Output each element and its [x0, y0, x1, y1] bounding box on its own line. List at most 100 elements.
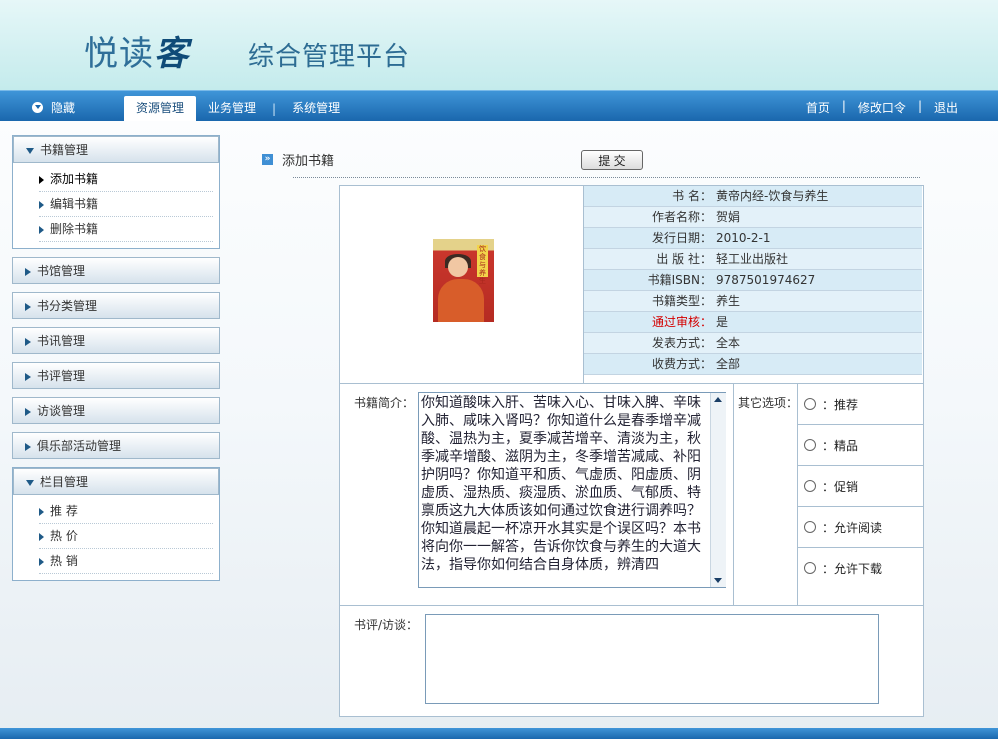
field-value: 是 [716, 315, 729, 329]
radio-button[interactable] [804, 398, 816, 410]
sidebar-item-recommend[interactable]: 推 荐 [39, 499, 213, 524]
tab-resource-management[interactable]: 资源管理 [124, 96, 197, 121]
section-label: 俱乐部活动管理 [37, 439, 122, 453]
sidebar-section-book-management[interactable]: 书籍管理 [13, 136, 219, 163]
radio-button[interactable] [804, 562, 816, 574]
sidebar-item-edit-book[interactable]: 编辑书籍 [39, 192, 213, 217]
submit-button[interactable]: 提 交 [581, 150, 643, 170]
sidebar-group-book-management: 书籍管理 添加书籍 编辑书籍 删除书籍 [12, 135, 220, 249]
field-value: 轻工业出版社 [716, 252, 789, 266]
radio-button[interactable] [804, 480, 816, 492]
info-row-publish-mode: 发表方式： 全本 [584, 333, 922, 354]
sidebar-item-hot-price[interactable]: 热 价 [39, 524, 213, 549]
collapse-circle-icon [32, 102, 43, 113]
logout-link[interactable]: 退出 [934, 99, 958, 116]
change-password-link[interactable]: 修改口令 [858, 99, 906, 116]
book-info-table: 书 名： 黄帝内经-饮食与养生 作者名称： 贺娟 发行日期： 2010-2-1 出 版… [584, 186, 922, 375]
book-cover-image: 饮食与养生 [433, 239, 494, 322]
sidebar-item-add-book[interactable]: 添加书籍 [39, 167, 213, 192]
sidebar-section-news-management[interactable]: 书讯管理 [12, 327, 220, 354]
sidebar-item-hot-sales[interactable]: 热 销 [39, 549, 213, 574]
option-label: ：精品 [822, 438, 859, 453]
radio-button[interactable] [804, 439, 816, 451]
sidebar-section-column-management[interactable]: 栏目管理 [13, 468, 219, 495]
field-value: 2010-2-1 [716, 231, 771, 245]
info-row-title: 书 名： 黄帝内经-饮食与养生 [584, 186, 922, 207]
field-value: 养生 [716, 294, 741, 308]
option-recommend[interactable]: ：推荐 [798, 384, 923, 425]
info-row-charge-mode: 收费方式： 全部 [584, 354, 922, 375]
submenu-column-management: 推 荐 热 价 热 销 [13, 495, 219, 580]
field-value: 全本 [716, 336, 741, 350]
review-textarea[interactable] [425, 614, 879, 704]
tab-system-management[interactable]: 系统管理 [280, 96, 352, 121]
scroll-up-icon[interactable] [714, 397, 722, 402]
link-separator: | [841, 99, 846, 113]
collapsed-arrow-icon [25, 442, 31, 451]
options-column: ：推荐 ：精品 ：促销 ：允许阅读 ：允许下载 [798, 384, 923, 588]
section-label: 访谈管理 [37, 404, 86, 418]
cover-title: 饮食与养生 [477, 245, 488, 285]
expanded-arrow-icon [26, 479, 34, 486]
tab-separator: | [272, 101, 277, 116]
home-link[interactable]: 首页 [806, 99, 830, 116]
option-allow-read[interactable]: ：允许阅读 [798, 507, 923, 548]
logo: 悦读客 [84, 26, 189, 75]
double-chevron-icon: » [262, 154, 273, 165]
option-premium[interactable]: ：精品 [798, 425, 923, 466]
bullet-arrow-icon [39, 175, 44, 184]
hide-sidebar-button[interactable]: 隐藏 [32, 99, 75, 116]
platform-title: 综合管理平台 [248, 42, 411, 72]
bullet-arrow-icon [39, 557, 44, 566]
section-label: 书籍管理 [40, 143, 89, 157]
option-allow-download[interactable]: ：允许下载 [798, 548, 923, 588]
field-label: 出 版 社： [656, 252, 712, 266]
footer-bar [0, 728, 998, 739]
submenu-book-management: 添加书籍 编辑书籍 删除书籍 [13, 163, 219, 248]
top-nav-bar: 隐藏 资源管理 业务管理 | 系统管理 首页 | 修改口令 | 退出 [0, 90, 998, 121]
option-promotion[interactable]: ：促销 [798, 466, 923, 507]
option-label: ：促销 [822, 479, 859, 494]
info-row-isbn: 书籍ISBN： 9787501974627 [584, 270, 922, 291]
scroll-down-icon[interactable] [714, 578, 722, 583]
intro-textarea[interactable]: 你知道酸味入肝、苦味入心、甘味入脾、辛味入肺、咸味入肾吗？你知道什么是春季增辛减… [418, 392, 726, 588]
nav-tabs: 资源管理 业务管理 | 系统管理 [124, 96, 352, 121]
divider [293, 177, 920, 178]
sidebar-section-club-activity-management[interactable]: 俱乐部活动管理 [12, 432, 220, 459]
field-label: 收费方式： [651, 357, 712, 371]
intro-scrollbar[interactable] [710, 393, 726, 587]
item-label: 推 荐 [50, 504, 78, 518]
collapsed-arrow-icon [25, 267, 31, 276]
field-label: 书籍ISBN： [647, 273, 712, 287]
sidebar-section-interview-management[interactable]: 访谈管理 [12, 397, 220, 424]
info-row-release-date: 发行日期： 2010-2-1 [584, 228, 922, 249]
collapsed-arrow-icon [25, 337, 31, 346]
option-label: ：允许阅读 [822, 520, 883, 535]
field-value: 黄帝内经-饮食与养生 [716, 189, 829, 203]
section-label: 栏目管理 [40, 475, 89, 489]
sidebar: 书籍管理 添加书籍 编辑书籍 删除书籍 书馆管理 书分类管理 书讯管理 书评管理… [12, 135, 220, 581]
bullet-arrow-icon [39, 225, 44, 234]
field-label: 书 名： [672, 189, 712, 203]
collapsed-arrow-icon [25, 302, 31, 311]
review-row: 书评/访谈： [340, 605, 923, 716]
option-label: ：允许下载 [822, 561, 883, 576]
item-label: 删除书籍 [50, 222, 99, 236]
logo-text: 悦读 [84, 34, 154, 74]
field-label: 发行日期： [651, 231, 712, 245]
sidebar-section-review-management[interactable]: 书评管理 [12, 362, 220, 389]
item-label: 热 销 [50, 554, 78, 568]
tab-business-management[interactable]: 业务管理 [196, 96, 268, 121]
info-row-publisher: 出 版 社： 轻工业出版社 [584, 249, 922, 270]
radio-button[interactable] [804, 521, 816, 533]
info-row-audit: 通过审核： 是 [584, 312, 922, 333]
sidebar-section-category-management[interactable]: 书分类管理 [12, 292, 220, 319]
logo-emphasis: 客 [154, 34, 189, 74]
sidebar-section-library-management[interactable]: 书馆管理 [12, 257, 220, 284]
field-label: 通过审核： [651, 315, 712, 329]
sidebar-item-delete-book[interactable]: 删除书籍 [39, 217, 213, 242]
review-label: 书评/访谈： [354, 618, 419, 632]
bullet-arrow-icon [39, 507, 44, 516]
hide-label: 隐藏 [51, 101, 76, 115]
section-label: 书分类管理 [37, 299, 98, 313]
